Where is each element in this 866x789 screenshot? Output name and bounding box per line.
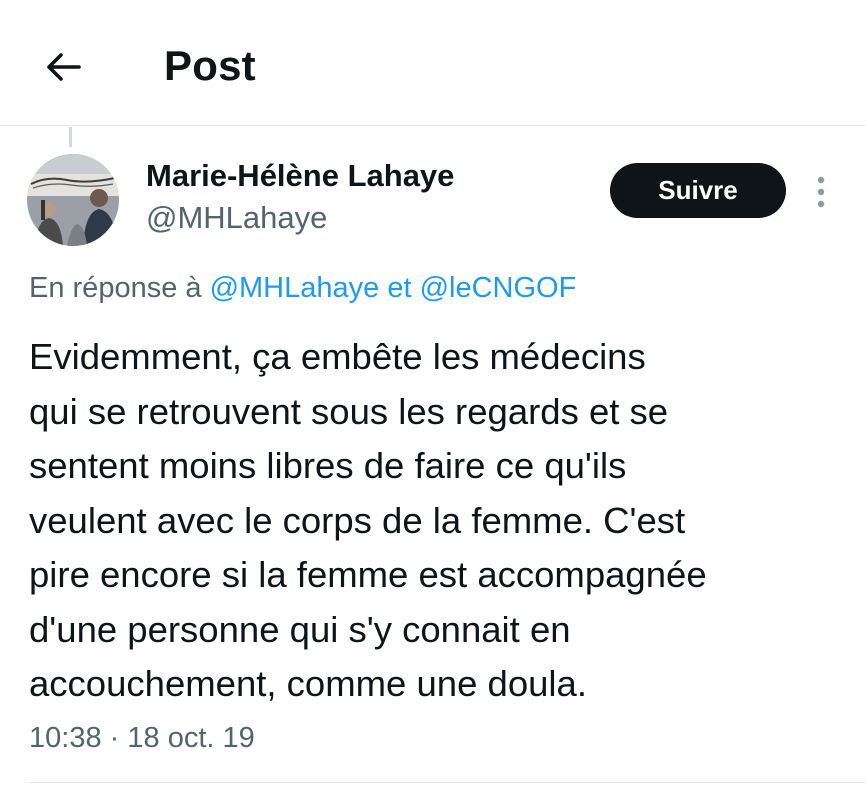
post-text-line: sentent moins libres de faire ce qu'ils <box>29 445 627 486</box>
reply-conjunction: et <box>387 272 412 304</box>
thread-connector-line <box>69 127 72 147</box>
arrow-left-icon <box>47 53 81 81</box>
post-text-line: veulent avec le corps de la femme. C'est <box>29 499 686 541</box>
back-button[interactable] <box>40 44 86 90</box>
reply-prefix: En réponse à <box>29 272 202 304</box>
more-vertical-icon <box>817 176 825 208</box>
mention-link-lecngof[interactable]: @leCNGOF <box>420 272 577 304</box>
follow-button[interactable]: Suivre <box>610 163 786 218</box>
post-text-line: qui se retrouvent sous les regards et se <box>29 390 669 432</box>
post-text: Evidemment, ça embête les médecins qui s… <box>29 330 829 712</box>
mention-link-mhlahaye[interactable]: @MHLahaye <box>210 272 380 304</box>
page-title: Post <box>164 42 256 89</box>
post-timestamp[interactable]: 10:38 · 18 oct. 19 <box>29 718 255 758</box>
divider <box>29 782 866 783</box>
author-display-name[interactable]: Marie-Hélène Lahaye <box>146 156 454 196</box>
reply-context: En réponse à @MHLahaye et @leCNGOF <box>29 268 576 308</box>
post-text-line: Evidemment, ça embête les médecins <box>29 336 646 377</box>
post-text-line: accouchement, comme une doula. <box>29 663 587 704</box>
post-date: 18 oct. 19 <box>127 722 255 754</box>
author-handle[interactable]: @MHLahaye <box>146 198 327 238</box>
profile-photo <box>27 154 119 246</box>
more-options-button[interactable] <box>806 170 836 214</box>
avatar[interactable] <box>27 154 119 246</box>
post-text-line: d'une personne qui s'y connait en <box>29 608 571 650</box>
post-time: 10:38 <box>29 722 102 754</box>
post-text-line: pire encore si la femme est accompagnée <box>29 554 707 595</box>
timestamp-separator: · <box>109 722 120 754</box>
top-bar: Post <box>0 0 866 126</box>
